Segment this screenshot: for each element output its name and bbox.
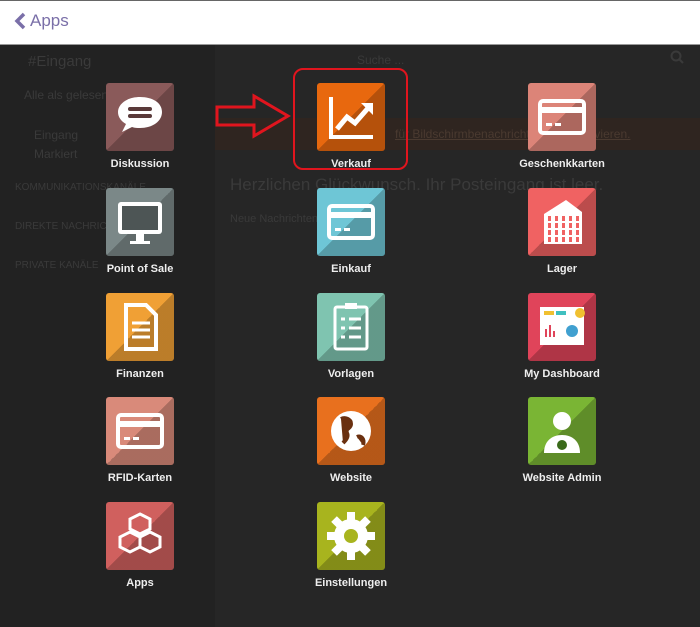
gear-icon: [327, 512, 375, 560]
app-einkauf[interactable]: Einkauf: [291, 188, 411, 275]
app-apps[interactable]: Apps: [80, 502, 200, 589]
app-website[interactable]: Website: [291, 397, 411, 484]
red-arrow-annotation: [215, 93, 291, 139]
chat-bubble-icon: [118, 97, 162, 132]
app-website-admin[interactable]: Website Admin: [502, 397, 622, 484]
app-point-of-sale[interactable]: Point of Sale: [80, 188, 200, 275]
back-label: Apps: [30, 11, 69, 30]
user-gear-icon: [544, 412, 580, 453]
app-tile: [317, 397, 385, 465]
app-verkauf[interactable]: Verkauf: [291, 83, 411, 170]
back-to-apps-button[interactable]: Apps: [14, 11, 69, 31]
app-tile: [528, 293, 596, 361]
app-tile: [106, 397, 174, 465]
app-diskussion[interactable]: Diskussion: [80, 83, 200, 170]
app-tile: [106, 83, 174, 151]
app-tile: [317, 293, 385, 361]
app-tile: [528, 83, 596, 151]
app-label: Apps: [126, 577, 154, 589]
app-label: RFID-Karten: [107, 472, 173, 484]
app-label: Website: [330, 472, 372, 484]
app-label: Lager: [547, 263, 577, 275]
bg-starred: Markiert: [34, 147, 78, 161]
app-geschenkkarten[interactable]: Geschenkkarten: [502, 83, 622, 170]
bg-inbox: Eingang: [34, 128, 79, 142]
app-tile: [106, 188, 174, 256]
app-label: Diskussion: [110, 158, 170, 170]
app-label: Einkauf: [331, 263, 371, 275]
app-finanzen[interactable]: Finanzen: [80, 293, 200, 380]
app-tile: [317, 188, 385, 256]
bg-channel-title: #Eingang: [28, 53, 92, 70]
app-label: Website Admin: [522, 472, 602, 484]
app-label: Geschenkkarten: [519, 158, 605, 170]
document-icon: [124, 303, 158, 351]
cubes-icon: [118, 512, 162, 554]
app-label: My Dashboard: [524, 368, 600, 380]
app-einstellungen[interactable]: Einstellungen: [291, 502, 411, 589]
app-vorlagen[interactable]: Vorlagen: [291, 293, 411, 380]
app-label: Verkauf: [331, 158, 371, 170]
bg-search: Suche ...: [357, 53, 405, 67]
chevron-left-icon: [14, 12, 26, 30]
app-label: Finanzen: [116, 368, 164, 380]
app-label: Einstellungen: [314, 577, 388, 589]
app-tile: [106, 293, 174, 361]
dashboard-icon: [540, 307, 585, 345]
app-tile: [528, 397, 596, 465]
app-tile: [317, 83, 385, 151]
credit-card-icon: [538, 99, 586, 135]
app-label: Point of Sale: [106, 263, 174, 275]
clipboard-icon: [333, 303, 369, 351]
app-rfid-karten[interactable]: RFID-Karten: [80, 397, 200, 484]
monitor-icon: [118, 202, 162, 244]
credit-card-icon: [116, 413, 164, 449]
credit-card-icon: [327, 204, 375, 240]
search-icon: [670, 50, 684, 64]
app-lager[interactable]: Lager: [502, 188, 622, 275]
app-tile: [106, 502, 174, 570]
trend-chart-icon: [329, 97, 373, 139]
app-tile: [528, 188, 596, 256]
globe-icon: [331, 411, 371, 451]
building-icon: [544, 200, 582, 244]
app-label: Vorlagen: [327, 368, 375, 380]
app-my-dashboard[interactable]: My Dashboard: [502, 293, 622, 380]
app-tile: [317, 502, 385, 570]
top-bar: Apps: [0, 0, 700, 45]
